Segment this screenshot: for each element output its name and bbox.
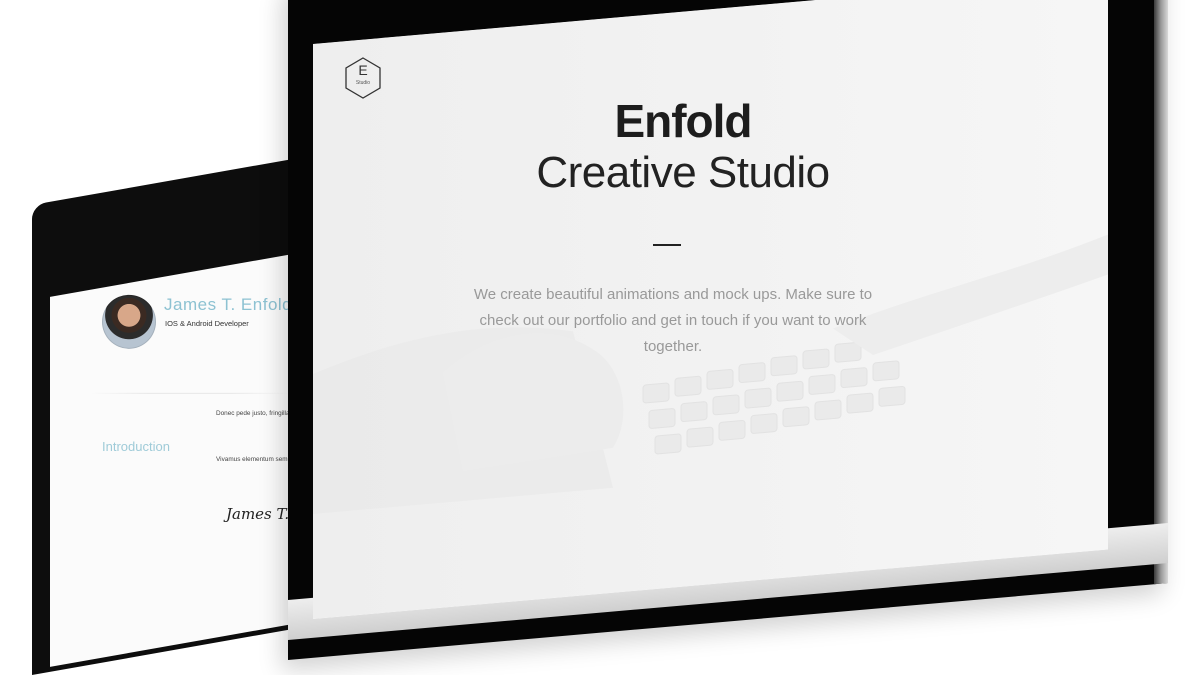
profile-page: James T. Enfold IOS & Android Developer … (50, 294, 310, 667)
logo-letter: E (358, 62, 368, 78)
profile-role: IOS & Android Developer (165, 318, 249, 328)
profile-name: James T. Enfold (164, 294, 293, 314)
logo-sub: Studio (355, 80, 371, 86)
hero-description: We create beautiful animations and mock … (473, 286, 873, 355)
hero-section: E Studio Enfold Creative Studio We creat… (313, 44, 1108, 619)
hero-title: Enfold (614, 95, 752, 147)
monitor-screen: E Studio Enfold Creative Studio We creat… (313, 0, 1108, 619)
secondary-device: James T. Enfold IOS & Android Developer … (32, 152, 332, 675)
monitor-edge (1154, 0, 1168, 585)
avatar (102, 294, 156, 349)
intro-heading: Introduction (102, 438, 170, 454)
hero-subtitle: Creative Studio (536, 148, 830, 197)
hero-divider (653, 244, 681, 246)
secondary-device-screen: James T. Enfold IOS & Android Developer … (50, 250, 310, 667)
section-divider (90, 392, 290, 394)
